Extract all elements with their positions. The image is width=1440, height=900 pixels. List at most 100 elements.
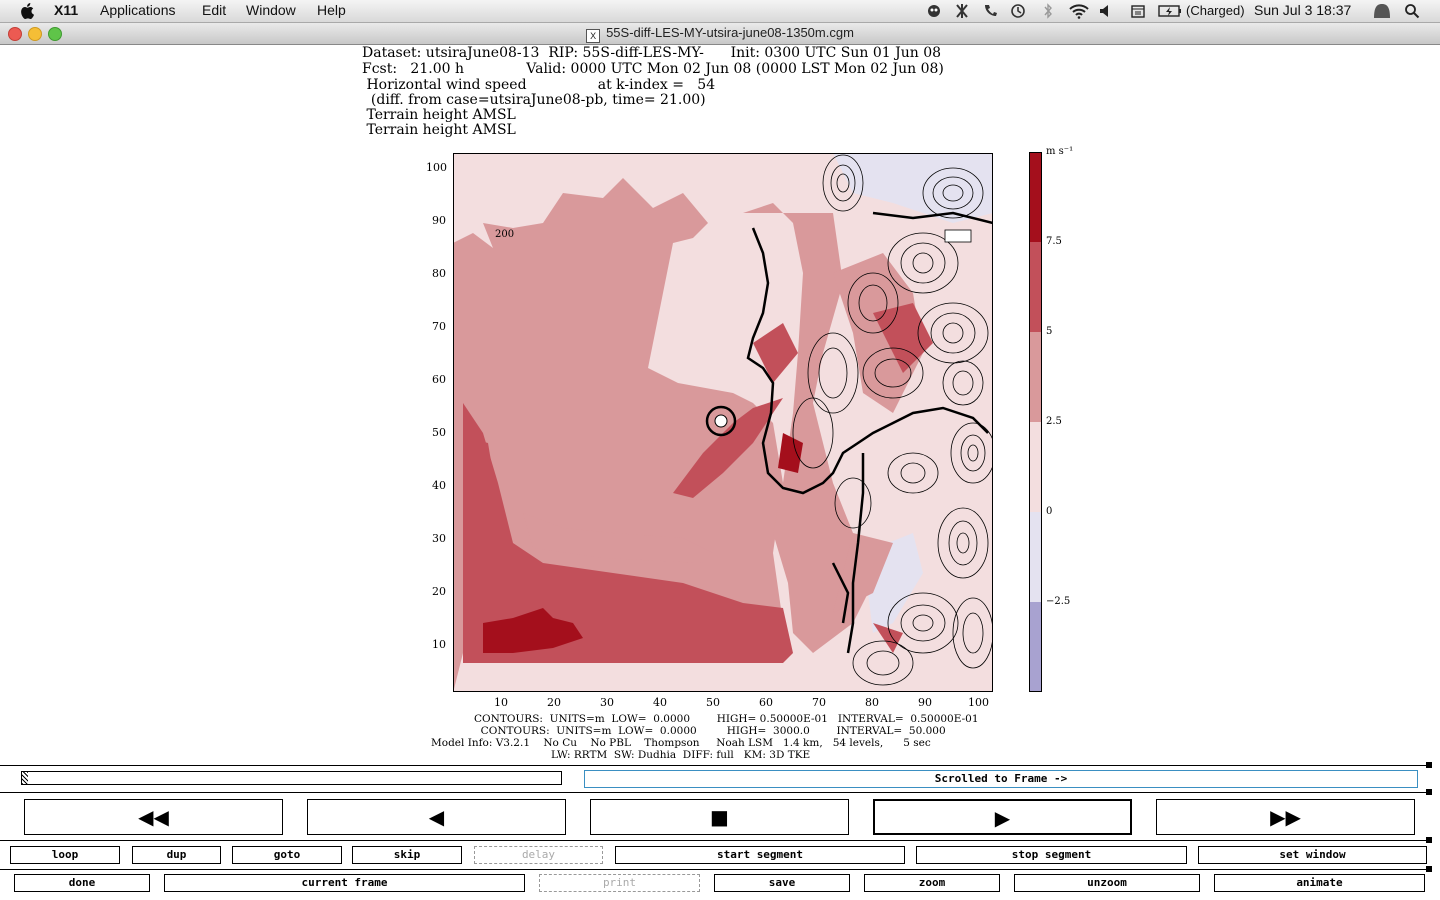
legend-tick: −2.5 — [1046, 596, 1071, 607]
menu-help[interactable]: Help — [317, 2, 346, 18]
step-back-button[interactable]: ◀ — [307, 799, 566, 835]
wifi-icon[interactable] — [1068, 3, 1090, 19]
menubar-clock[interactable]: Sun Jul 3 18:37 — [1254, 2, 1351, 18]
plot-footer-line-1: CONTOURS: UNITS=m LOW= 0.0000 HIGH= 0.50… — [474, 713, 979, 725]
legend-tick: 5 — [1046, 326, 1053, 337]
legend-swatch — [1030, 332, 1041, 422]
rewind-button[interactable]: ◀◀ — [24, 799, 283, 835]
plot-header-line-6: Terrain height AMSL — [362, 122, 516, 138]
legend-swatch — [1030, 242, 1041, 332]
spotlight-search-icon[interactable] — [1404, 3, 1420, 19]
x-tick: 20 — [547, 696, 561, 709]
y-tick: 60 — [432, 373, 446, 386]
bluetooth-icon[interactable] — [1040, 3, 1056, 19]
x-tick: 100 — [968, 696, 989, 709]
scrollbar-thumb[interactable] — [22, 772, 28, 784]
fast-forward-button[interactable]: ▶▶ — [1156, 799, 1415, 835]
window-title: X 55S-diff-LES-MY-utsira-june08-1350m.cgm — [0, 25, 1440, 43]
x-tick: 30 — [600, 696, 614, 709]
pane-sash-handle[interactable] — [1426, 866, 1432, 872]
stop-segment-button[interactable]: stop segment — [916, 846, 1187, 864]
x-tick: 60 — [759, 696, 773, 709]
y-tick: 100 — [426, 161, 447, 174]
calendar-icon[interactable] — [1130, 3, 1146, 19]
loop-button[interactable]: loop — [10, 846, 120, 864]
pane-sash-handle[interactable] — [1426, 837, 1432, 843]
menu-applications[interactable]: Applications — [100, 2, 176, 18]
x-tick: 90 — [918, 696, 932, 709]
status-message: Scrolled to Frame -> — [584, 770, 1418, 788]
start-segment-button[interactable]: start segment — [615, 846, 905, 864]
zoom-button[interactable]: zoom — [864, 874, 1000, 892]
print-button[interactable]: print — [539, 874, 700, 892]
animate-button[interactable]: animate — [1214, 874, 1425, 892]
current-frame-button[interactable]: current frame — [164, 874, 525, 892]
y-tick: 50 — [432, 426, 446, 439]
set-window-button[interactable]: set window — [1198, 846, 1427, 864]
plot-header-line-4: (diff. from case=utsiraJune08-pb, time= … — [362, 92, 706, 108]
menu-bar: X11 Applications Edit Window Help (Charg… — [0, 0, 1440, 23]
panel-divider — [0, 792, 1430, 793]
legend-tick: 2.5 — [1046, 416, 1062, 427]
plot-header-line-2: Fcst: 21.00 h Valid: 0000 UTC Mon 02 Jun… — [362, 61, 944, 77]
island-marker — [714, 414, 728, 428]
x-tick: 10 — [494, 696, 508, 709]
y-tick: 10 — [432, 638, 446, 651]
panel-divider — [0, 765, 1430, 766]
pane-sash-handle[interactable] — [1426, 762, 1432, 768]
plot-footer-line-2: CONTOURS: UNITS=m LOW= 0.0000 HIGH= 3000… — [474, 725, 946, 737]
user-icon[interactable] — [1373, 3, 1391, 19]
legend-swatch — [1030, 602, 1041, 691]
legend-tick: 7.5 — [1046, 236, 1062, 247]
pane-sash-handle[interactable] — [1426, 789, 1432, 795]
plot-footer-line-3: Model Info: V3.2.1 No Cu No PBL Thompson… — [431, 737, 931, 749]
window-title-text: 55S-diff-LES-MY-utsira-june08-1350m.cgm — [606, 25, 854, 40]
x-tick: 40 — [653, 696, 667, 709]
menu-edit[interactable]: Edit — [202, 2, 226, 18]
x-tick: 50 — [706, 696, 720, 709]
panel-divider — [0, 840, 1430, 841]
color-legend-bar — [1029, 152, 1042, 692]
plot-header-line-1: Dataset: utsiraJune08-13 RIP: 55S-diff-L… — [362, 45, 942, 61]
wind-speed-difference-map — [453, 153, 993, 692]
plot-footer-line-4: LW: RRTM SW: Dudhia DIFF: full KM: 3D TK… — [551, 749, 811, 761]
battery-icon[interactable] — [1158, 3, 1182, 19]
y-tick: 30 — [432, 532, 446, 545]
panel-divider — [0, 869, 1430, 870]
window-title-bar[interactable]: X 55S-diff-LES-MY-utsira-june08-1350m.cgm — [0, 23, 1440, 45]
y-tick: 20 — [432, 585, 446, 598]
battery-status: (Charged) — [1186, 3, 1245, 18]
skip-button[interactable]: skip — [352, 846, 462, 864]
y-tick: 40 — [432, 479, 446, 492]
legend-swatch — [1030, 422, 1041, 512]
volume-icon[interactable] — [1098, 3, 1114, 19]
menu-window[interactable]: Window — [246, 2, 296, 18]
goto-button[interactable]: goto — [232, 846, 342, 864]
dup-button[interactable]: dup — [132, 846, 221, 864]
x-tick: 70 — [812, 696, 826, 709]
plot-header-line-5: Terrain height AMSL — [362, 107, 516, 123]
time-machine-icon[interactable] — [1010, 3, 1026, 19]
play-button[interactable]: ▶ — [873, 799, 1132, 835]
legend-swatch — [1030, 153, 1041, 242]
legend-tick: 0 — [1046, 506, 1053, 517]
x11-icon: X — [586, 29, 601, 43]
y-tick: 80 — [432, 267, 446, 280]
save-button[interactable]: save — [714, 874, 850, 892]
apple-icon[interactable] — [20, 3, 34, 19]
phone-icon[interactable] — [982, 3, 998, 19]
app-menu-x11[interactable]: X11 — [54, 2, 78, 18]
stop-button[interactable]: ■ — [590, 799, 849, 835]
contour-label-200: 200 — [495, 229, 515, 240]
y-tick: 70 — [432, 320, 446, 333]
delay-button[interactable]: delay — [474, 846, 603, 864]
legend-swatch — [1030, 512, 1041, 602]
frame-scrollbar[interactable] — [21, 771, 562, 785]
alien-icon[interactable] — [926, 3, 942, 19]
plot-header-line-3: Horizontal wind speed at k-index = 54 — [362, 77, 716, 93]
network-tool-icon[interactable] — [954, 3, 970, 19]
contour-label-box — [944, 229, 972, 243]
unzoom-button[interactable]: unzoom — [1014, 874, 1200, 892]
done-button[interactable]: done — [14, 874, 150, 892]
legend-unit: m s⁻¹ — [1046, 146, 1074, 157]
